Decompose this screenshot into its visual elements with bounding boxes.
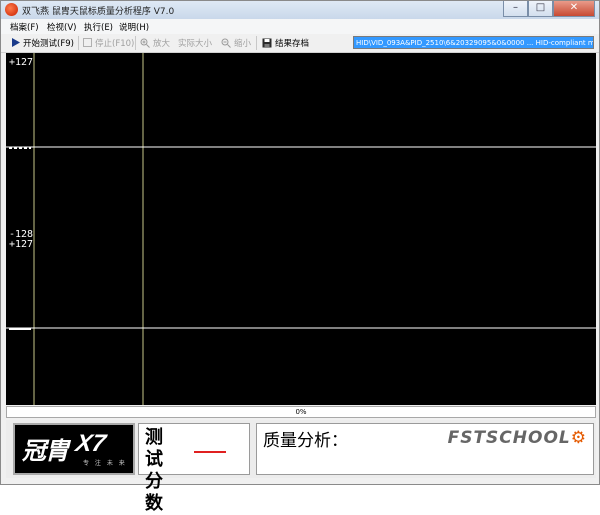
signal-plot: +127 -128 +127 xyxy=(6,53,596,405)
channel-1-max-label: +127 xyxy=(9,57,34,68)
test-score-title: 测试分数 xyxy=(145,427,163,514)
close-button[interactable]: ✕ xyxy=(553,1,595,17)
brand-watermark-text: FSTSCHOOL xyxy=(447,428,571,448)
save-results-button[interactable]: 结果存档 xyxy=(262,35,309,50)
zoom-out-button[interactable]: 缩小 xyxy=(221,35,251,50)
minimize-button[interactable]: – xyxy=(503,1,528,17)
gear-icon: ⚙ xyxy=(570,428,587,448)
quality-analysis-box: 质量分析： FSTSCHOOL⚙ xyxy=(256,423,594,475)
actual-size-button[interactable]: 实际大小 xyxy=(178,35,212,50)
toolbar-separator xyxy=(256,36,257,50)
results-panel: 冠胄 X7 专 注 未 来 测试分数 质量分析： FSTSCHOOL⚙ xyxy=(6,420,596,514)
device-select[interactable]: HID\VID_093A&PID_2510\6&20329095&0&0000 … xyxy=(353,36,594,49)
save-results-label: 结果存档 xyxy=(275,38,310,49)
start-test-label: 开始测试(F9) xyxy=(23,38,74,49)
window-controls: – □ ✕ xyxy=(503,1,595,18)
test-score-box: 测试分数 xyxy=(138,423,250,514)
product-logo: 冠胄 X7 专 注 未 来 xyxy=(13,423,135,475)
stop-button[interactable]: 停止(F10) xyxy=(83,35,134,50)
zoom-in-label: 放大 xyxy=(153,38,171,49)
menu-help[interactable]: 说明(H) xyxy=(119,21,149,33)
zoom-in-icon xyxy=(140,38,150,48)
toolbar: 开始测试(F9) 停止(F10) 放大 实际大小 缩小 结果存档 HID\VID… xyxy=(1,34,599,53)
toolbar-separator xyxy=(78,36,79,50)
zoom-in-button[interactable]: 放大 xyxy=(140,35,170,50)
score-indicator xyxy=(194,451,226,453)
save-icon xyxy=(262,38,272,47)
app-window: 双飞燕 鼠胄天鼠标质量分析程序 V7.0 – □ ✕ 档案(F) 检视(V) 执… xyxy=(0,0,600,514)
zoom-out-icon xyxy=(221,38,231,48)
play-icon xyxy=(12,38,20,47)
brand-watermark: FSTSCHOOL⚙ xyxy=(448,428,587,448)
title-bar[interactable]: 双飞燕 鼠胄天鼠标质量分析程序 V7.0 – □ ✕ xyxy=(1,1,599,19)
start-test-button[interactable]: 开始测试(F9) xyxy=(12,35,74,50)
toolbar-separator xyxy=(135,36,136,50)
menu-execute[interactable]: 执行(E) xyxy=(84,21,113,33)
quality-analysis-label: 质量分析： xyxy=(263,431,348,451)
menu-view[interactable]: 检视(V) xyxy=(47,21,76,33)
logo-brand-text: 冠胄 xyxy=(22,436,69,465)
menu-file[interactable]: 档案(F) xyxy=(10,21,39,33)
logo-slogan: 专 注 未 来 xyxy=(83,460,127,467)
zoom-out-label: 缩小 xyxy=(234,38,252,49)
plot-canvas xyxy=(6,53,596,405)
window-title: 双飞燕 鼠胄天鼠标质量分析程序 V7.0 xyxy=(22,7,175,17)
logo-model-text: X7 xyxy=(73,430,108,457)
progress-bar: 0% xyxy=(6,406,596,418)
menu-bar: 档案(F) 检视(V) 执行(E) 说明(H) xyxy=(1,19,599,34)
stop-icon xyxy=(83,38,92,47)
channel-2-max-label: +127 xyxy=(9,239,34,250)
app-icon xyxy=(5,3,18,16)
progress-label: 0% xyxy=(295,408,307,416)
actual-size-label: 实际大小 xyxy=(178,38,213,49)
stop-label: 停止(F10) xyxy=(95,38,135,49)
maximize-button[interactable]: □ xyxy=(528,1,553,17)
